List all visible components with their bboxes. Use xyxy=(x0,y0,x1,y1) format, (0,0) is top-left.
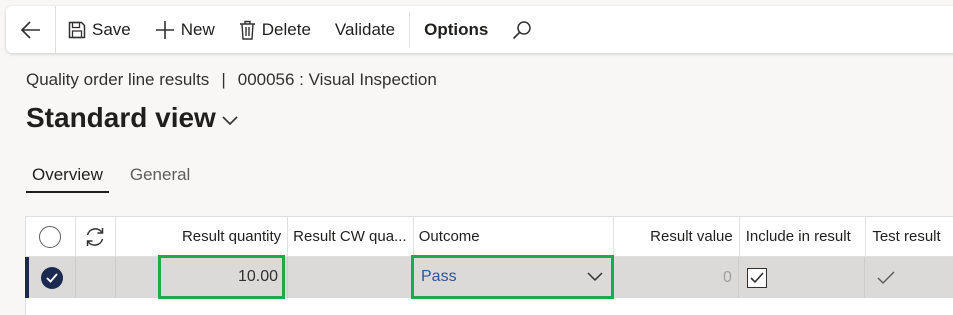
plus-icon xyxy=(155,20,174,39)
trash-icon xyxy=(239,20,255,40)
checkmark-icon xyxy=(877,270,895,284)
validate-button[interactable]: Validate xyxy=(323,6,407,53)
column-header-outcome[interactable]: Outcome xyxy=(414,217,615,256)
save-icon xyxy=(68,21,86,38)
select-all-radio[interactable] xyxy=(39,225,62,248)
row-spacer-cell xyxy=(76,257,116,298)
row-selected-radio[interactable] xyxy=(40,266,63,289)
grid-header-row: Result quantity Result CW qua... Outcome… xyxy=(26,217,953,257)
result-quantity-value: 10.00 xyxy=(237,268,278,285)
back-arrow-icon xyxy=(20,20,40,39)
column-header-result-cw-quantity[interactable]: Result CW qua... xyxy=(288,217,414,256)
save-label: Save xyxy=(92,19,131,39)
tab-overview[interactable]: Overview xyxy=(26,165,109,193)
column-header-test-result[interactable]: Test result xyxy=(866,217,953,256)
view-title: Standard view xyxy=(26,102,216,133)
include-in-result-cell[interactable] xyxy=(739,257,866,298)
toolbar-divider xyxy=(409,11,411,48)
breadcrumb-record: 000056 : Visual Inspection xyxy=(237,70,437,89)
row-select-cell[interactable] xyxy=(29,257,76,298)
view-selector[interactable]: Standard view xyxy=(26,102,238,134)
result-value-text: 0 xyxy=(723,268,732,286)
result-quantity-input[interactable]: 10.00 xyxy=(158,255,285,299)
breadcrumb: Quality order line results | 000056 : Visu… xyxy=(26,70,437,90)
select-all-cell[interactable] xyxy=(26,217,76,256)
tab-strip: Overview General xyxy=(26,165,211,193)
delete-label: Delete xyxy=(261,19,311,39)
result-value-cell[interactable]: 0 xyxy=(613,257,739,298)
delete-button[interactable]: Delete xyxy=(227,6,323,53)
new-label: New xyxy=(180,19,215,39)
checkmark-icon xyxy=(46,272,58,283)
save-button[interactable]: Save xyxy=(56,6,143,53)
tab-general[interactable]: General xyxy=(124,165,196,193)
refresh-cell[interactable] xyxy=(76,217,116,256)
back-button[interactable] xyxy=(6,6,56,53)
column-header-result-value[interactable]: Result value xyxy=(614,217,740,256)
action-pane: Save New Delete Validate Options xyxy=(6,6,953,53)
refresh-icon[interactable] xyxy=(84,226,106,248)
validate-label: Validate xyxy=(334,19,396,39)
options-button[interactable]: Options xyxy=(412,6,500,53)
test-result-cell xyxy=(865,257,953,298)
chevron-down-icon[interactable] xyxy=(587,272,603,282)
checkmark-icon xyxy=(750,271,764,283)
new-button[interactable]: New xyxy=(143,6,227,53)
column-header-include-in-result[interactable]: Include in result xyxy=(740,217,867,256)
search-icon xyxy=(513,20,532,39)
breadcrumb-form: Quality order line results xyxy=(26,70,210,89)
column-header-result-quantity[interactable]: Result quantity xyxy=(116,217,289,256)
chevron-down-icon xyxy=(222,116,238,126)
breadcrumb-separator: | xyxy=(221,70,226,89)
search-button[interactable] xyxy=(500,6,550,53)
result-cw-quantity-cell[interactable] xyxy=(288,257,414,298)
outcome-dropdown[interactable]: Pass xyxy=(411,255,614,299)
outcome-value: Pass xyxy=(421,268,457,285)
options-label: Options xyxy=(424,19,489,39)
include-in-result-checkbox[interactable] xyxy=(746,267,767,288)
